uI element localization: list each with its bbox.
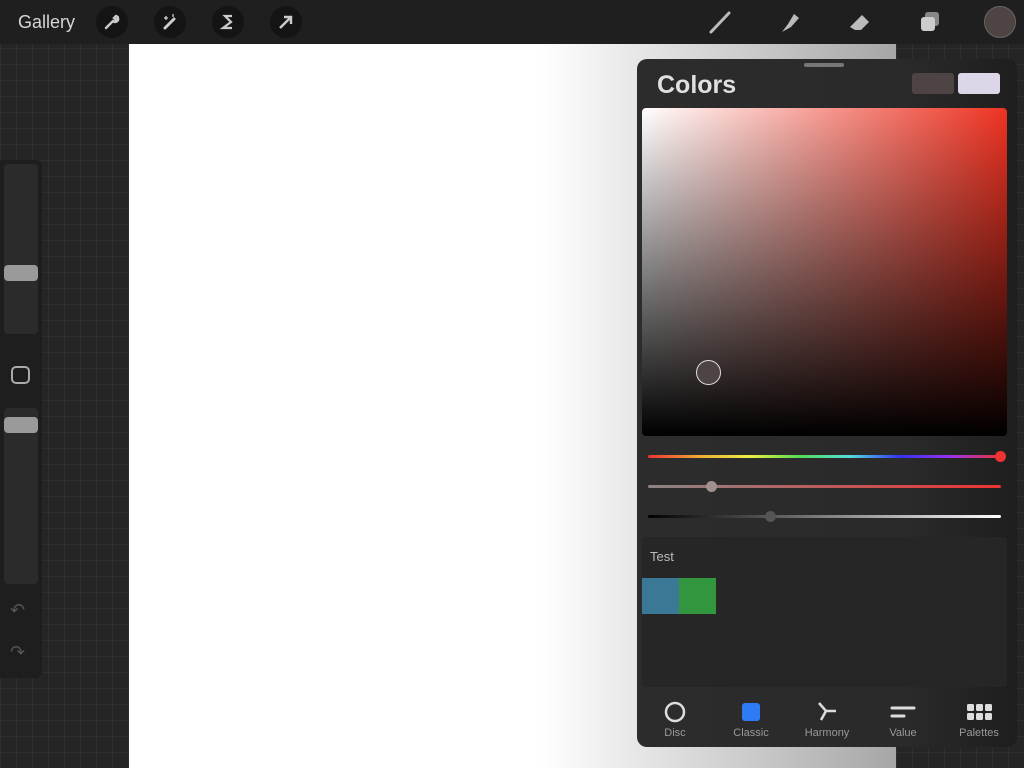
value-icon	[890, 701, 916, 723]
tab-label: Value	[889, 727, 917, 739]
tab-label: Palettes	[959, 727, 999, 739]
color-picker-handle[interactable]	[696, 360, 721, 385]
tab-classic[interactable]: Classic	[713, 689, 789, 747]
brightness-slider[interactable]	[648, 515, 1001, 518]
saturation-slider[interactable]	[648, 485, 1001, 488]
palettes-icon	[966, 701, 992, 723]
eraser-icon[interactable]	[844, 6, 876, 38]
tab-value[interactable]: Value	[865, 689, 941, 747]
left-sidebar: ↶ ↷	[0, 160, 42, 678]
modify-button[interactable]	[11, 366, 30, 384]
secondary-color-swatch[interactable]	[958, 73, 1000, 94]
brush-size-handle[interactable]	[4, 265, 38, 281]
opacity-handle[interactable]	[4, 417, 38, 433]
transform-arrow-icon[interactable]	[270, 6, 302, 38]
primary-color-swatch[interactable]	[912, 73, 954, 94]
redo-icon[interactable]: ↷	[10, 642, 25, 663]
colors-panel: Colors Test Disc Classic Harmony Value P…	[637, 59, 1017, 747]
tab-label: Disc	[664, 727, 686, 739]
undo-icon[interactable]: ↶	[10, 600, 25, 621]
palette-name: Test	[650, 549, 674, 564]
hue-thumb[interactable]	[995, 451, 1006, 462]
harmony-icon	[816, 701, 838, 723]
tab-label: Harmony	[804, 727, 850, 739]
tab-harmony[interactable]: Harmony	[789, 689, 865, 747]
brush-icon[interactable]	[704, 6, 736, 38]
hue-slider[interactable]	[648, 455, 1001, 458]
panel-grabber[interactable]	[804, 63, 844, 67]
panel-title: Colors	[657, 71, 737, 99]
magic-wand-icon[interactable]	[154, 6, 186, 38]
palette-swatch[interactable]	[679, 578, 716, 614]
gallery-button[interactable]: Gallery	[18, 12, 75, 33]
brush-size-slider[interactable]	[4, 164, 38, 334]
saturation-thumb[interactable]	[706, 481, 717, 492]
brightness-thumb[interactable]	[765, 511, 776, 522]
palette: Test	[642, 537, 1007, 687]
top-toolbar: Gallery	[0, 0, 1024, 44]
tab-disc[interactable]: Disc	[637, 689, 713, 747]
classic-icon	[741, 701, 761, 723]
selection-icon[interactable]	[212, 6, 244, 38]
saturation-brightness-field[interactable]	[642, 108, 1007, 436]
palette-swatch[interactable]	[642, 578, 679, 614]
color-mode-tabs: Disc Classic Harmony Value Palettes	[637, 689, 1017, 747]
current-color-button[interactable]	[984, 6, 1016, 38]
tab-palettes[interactable]: Palettes	[941, 689, 1017, 747]
layers-icon[interactable]	[914, 6, 946, 38]
wrench-icon[interactable]	[96, 6, 128, 38]
disc-icon	[664, 701, 686, 723]
smudge-icon[interactable]	[774, 6, 806, 38]
tab-label: Classic	[733, 727, 769, 739]
opacity-slider[interactable]	[4, 408, 38, 584]
